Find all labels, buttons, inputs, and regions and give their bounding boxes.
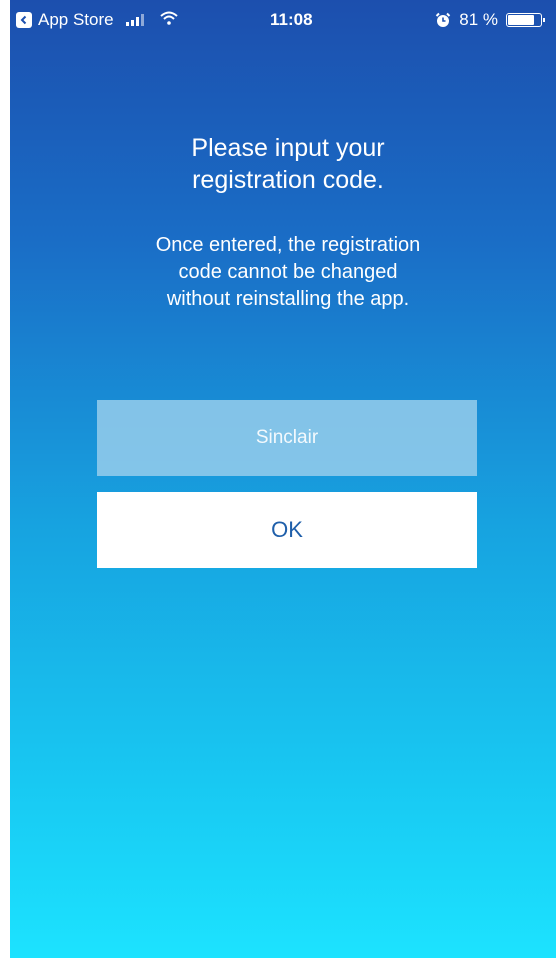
status-time: 11:08 [270,10,313,29]
battery-percent: 81 % [459,10,498,29]
status-bar: App Store 11:08 81 % [10,0,556,40]
dialog-title-text: Please input your registration code. [191,134,385,194]
alarm-icon [435,12,451,28]
battery-icon [506,13,545,27]
dialog-message: Once entered, the registration code cann… [10,232,556,313]
back-app-label: App Store [38,10,114,29]
app-screen: App Store 11:08 81 % Please input your r… [10,0,556,958]
dialog-message-text: Once entered, the registration code cann… [155,234,421,310]
back-arrow-icon [16,12,32,28]
signal-icon [125,14,144,26]
battery-fill [508,15,534,25]
back-to-app-store[interactable]: App Store [16,10,178,30]
dialog-title: Please input your registration code. [10,132,556,196]
ok-button[interactable]: OK [97,492,477,568]
status-right: 81 % [435,10,545,30]
registration-code-input[interactable] [97,400,477,476]
wifi-icon [159,10,178,30]
